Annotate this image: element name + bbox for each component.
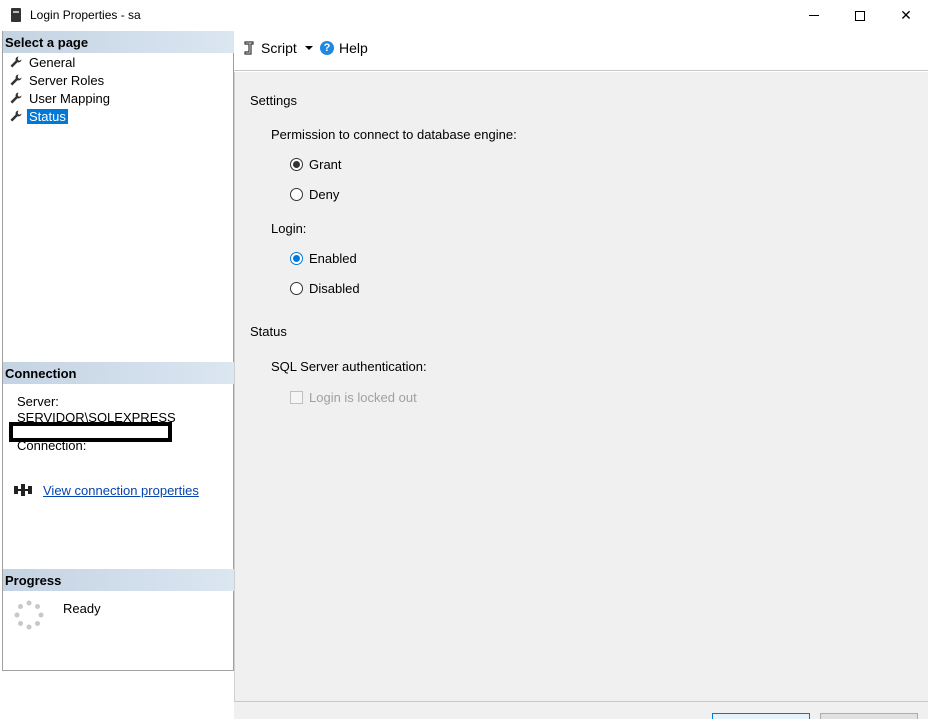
enabled-radio-button[interactable] bbox=[290, 252, 303, 265]
grant-radio-button[interactable] bbox=[290, 158, 303, 171]
page-item-status[interactable]: Status bbox=[3, 107, 234, 125]
status-heading: Status bbox=[250, 324, 287, 339]
page-item-label: General bbox=[29, 54, 76, 70]
left-pane: Select a page General Server Roles User … bbox=[2, 31, 234, 671]
page-list: General Server Roles User Mapping Status bbox=[3, 53, 234, 125]
minimize-button[interactable] bbox=[791, 0, 837, 31]
script-label: Script bbox=[261, 40, 297, 56]
bottom-button-strip bbox=[234, 701, 928, 719]
grant-radio[interactable]: Grant bbox=[290, 157, 342, 172]
close-icon: ✕ bbox=[900, 7, 912, 23]
locked-out-checkbox: Login is locked out bbox=[290, 390, 417, 405]
page-item-server-roles[interactable]: Server Roles bbox=[3, 71, 234, 89]
minimize-icon bbox=[809, 15, 819, 16]
maximize-button[interactable] bbox=[837, 0, 883, 31]
progress-status: Ready bbox=[63, 601, 101, 616]
page-item-label: Server Roles bbox=[29, 72, 105, 88]
permission-label: Permission to connect to database engine… bbox=[271, 127, 517, 142]
disabled-radio[interactable]: Disabled bbox=[290, 281, 360, 296]
maximize-icon bbox=[855, 10, 865, 21]
deny-label: Deny bbox=[309, 187, 340, 202]
connection-header: Connection bbox=[3, 362, 234, 384]
disabled-radio-button[interactable] bbox=[290, 282, 303, 295]
ok-button[interactable] bbox=[712, 713, 810, 719]
disabled-label: Disabled bbox=[309, 281, 360, 296]
deny-radio-button[interactable] bbox=[290, 188, 303, 201]
page-item-user-mapping[interactable]: User Mapping bbox=[3, 89, 234, 107]
window-title: Login Properties - sa bbox=[30, 8, 141, 22]
page-item-general[interactable]: General bbox=[3, 53, 234, 71]
help-icon: ? bbox=[320, 41, 334, 55]
title-bar: Login Properties - sa ✕ bbox=[0, 0, 930, 31]
enabled-label: Enabled bbox=[309, 251, 357, 266]
help-label: Help bbox=[339, 40, 368, 56]
view-connection-properties[interactable]: View connection properties bbox=[13, 482, 199, 498]
script-icon bbox=[244, 41, 254, 55]
connection-icon bbox=[14, 484, 32, 496]
select-page-header: Select a page bbox=[3, 31, 234, 53]
wrench-icon bbox=[10, 110, 22, 122]
login-label: Login: bbox=[271, 221, 307, 236]
view-connection-properties-link[interactable]: View connection properties bbox=[43, 483, 199, 498]
progress-header: Progress bbox=[3, 569, 234, 591]
wrench-icon bbox=[10, 74, 22, 86]
help-button[interactable]: ? Help bbox=[320, 40, 368, 56]
status-page-content: Settings Permission to connect to databa… bbox=[234, 72, 928, 701]
cancel-button[interactable] bbox=[820, 713, 918, 719]
deny-radio[interactable]: Deny bbox=[290, 187, 339, 202]
enabled-radio[interactable]: Enabled bbox=[290, 251, 357, 266]
toolbar: Script ? Help bbox=[234, 31, 928, 71]
script-button[interactable]: Script bbox=[242, 40, 313, 56]
wrench-icon bbox=[10, 92, 22, 104]
wrench-icon bbox=[10, 56, 22, 68]
chevron-down-icon[interactable] bbox=[304, 46, 313, 50]
page-item-label: Status bbox=[27, 108, 68, 124]
sql-auth-label: SQL Server authentication: bbox=[271, 359, 427, 374]
close-button[interactable]: ✕ bbox=[883, 0, 929, 31]
settings-heading: Settings bbox=[250, 93, 297, 108]
server-icon bbox=[11, 8, 21, 22]
locked-out-checkbox-box bbox=[290, 391, 303, 404]
locked-out-label: Login is locked out bbox=[309, 390, 417, 405]
grant-label: Grant bbox=[309, 157, 342, 172]
progress-spinner-icon bbox=[14, 600, 44, 630]
redacted-connection-value bbox=[9, 422, 172, 442]
page-item-label: User Mapping bbox=[29, 90, 110, 106]
server-label: Server: bbox=[17, 394, 59, 409]
